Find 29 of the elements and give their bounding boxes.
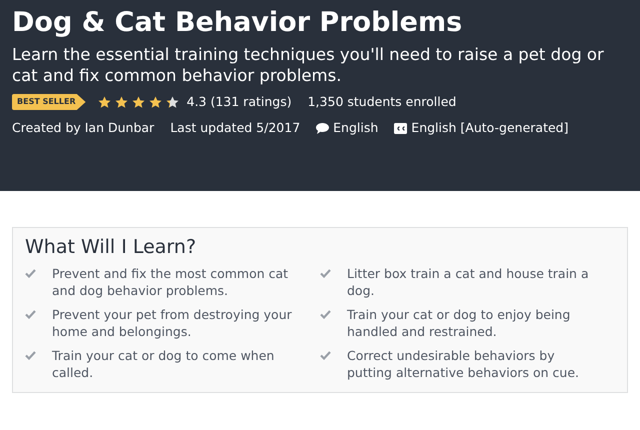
course-subtitle: Learn the essential training techniques you'll need to raise a pet dog or cat and fix common behavior problems. — [12, 44, 605, 87]
check-icon — [320, 268, 331, 278]
rating-text: 4.3 (131 ratings) — [186, 92, 292, 111]
course-title: Dog & Cat Behavior Problems — [12, 6, 464, 40]
section-heading: What Will I Learn? — [25, 236, 198, 259]
last-updated: Last updated 5/2017 — [170, 119, 300, 138]
author-text: Created by Ian Dunbar — [12, 119, 154, 138]
learn-item: Litter box train a cat and house train a dog. — [347, 264, 590, 300]
check-icon — [25, 350, 36, 360]
closed-captions-icon — [394, 123, 408, 134]
check-icon — [320, 310, 331, 319]
check-icon — [25, 268, 36, 278]
star-icon — [98, 96, 111, 108]
star-icon — [132, 96, 145, 108]
learn-item: Prevent your pet from destroying your home and belongings. — [52, 306, 293, 341]
star-icon — [166, 96, 179, 108]
check-icon — [320, 350, 331, 360]
star-icon — [114, 96, 128, 108]
captions-text: English [Auto-generated] — [411, 119, 568, 138]
learn-item: Prevent and fix the most common cat and dog behavior problems. — [52, 264, 290, 300]
check-icon — [25, 310, 36, 319]
speech-bubble-icon — [316, 123, 330, 134]
learn-item: Train your cat or dog to enjoy being handled and restrained. — [347, 306, 572, 341]
star-icon — [148, 96, 162, 108]
learn-item: Correct undesirable behaviors by putting alternative behaviors on cue. — [347, 346, 580, 382]
enrollment-count: 1,350 students enrolled — [308, 92, 456, 111]
bestseller-badge: BEST SELLER — [12, 94, 86, 110]
language-text: English — [333, 119, 378, 138]
learn-item: Train your cat or dog to come when called. — [52, 346, 276, 382]
